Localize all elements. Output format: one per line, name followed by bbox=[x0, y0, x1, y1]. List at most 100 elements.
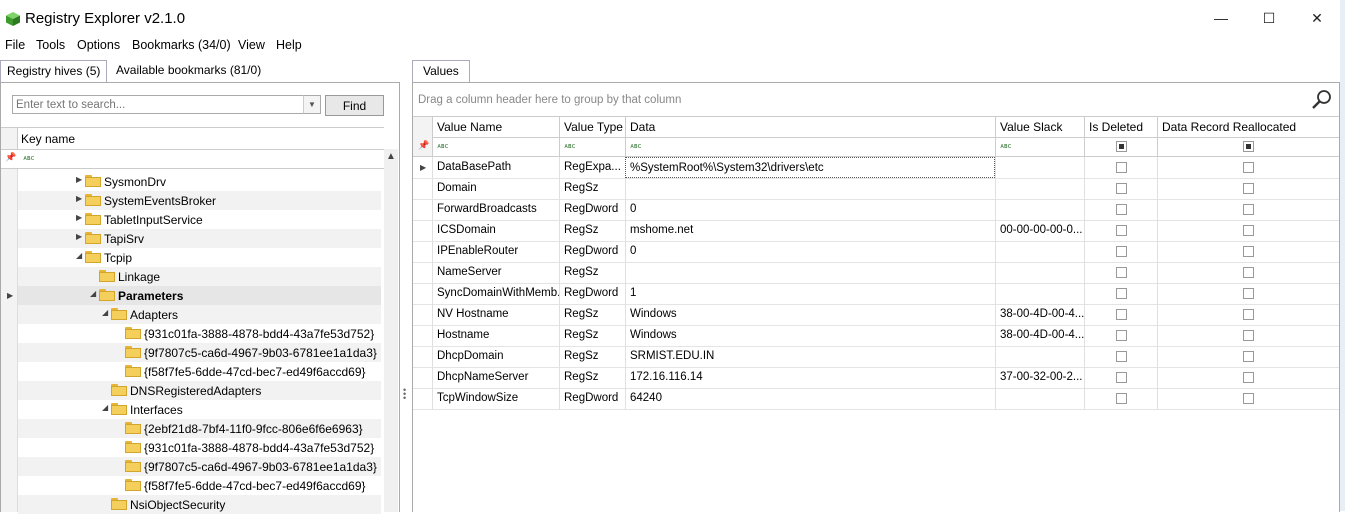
table-row[interactable]: DhcpNameServer RegSz 172.16.116.14 37-00-32… bbox=[413, 367, 1339, 389]
tree-node[interactable]: ◢ Tcpip bbox=[18, 248, 381, 267]
row-indicator-cell[interactable] bbox=[413, 220, 432, 241]
row-indicator-cell[interactable]: ▶ bbox=[413, 157, 432, 178]
tree-node[interactable]: {931c01fa-3888-4878-bdd4-43a7fe53d752} bbox=[18, 324, 381, 343]
tree-scrollbar[interactable]: ▲ bbox=[384, 149, 398, 512]
row-indicator-cell[interactable] bbox=[413, 304, 432, 325]
reallocated-checkbox[interactable] bbox=[1243, 351, 1254, 362]
is-deleted-checkbox[interactable] bbox=[1116, 330, 1127, 341]
row-indicator-cell[interactable] bbox=[413, 367, 432, 388]
table-row[interactable]: DhcpDomain RegSz SRMIST.EDU.IN bbox=[413, 346, 1339, 368]
cell-slack[interactable] bbox=[995, 241, 1084, 262]
cell-slack[interactable] bbox=[995, 262, 1084, 283]
reallocated-checkbox[interactable] bbox=[1243, 372, 1254, 383]
cell-slack[interactable]: 38-00-4D-00-4... bbox=[995, 325, 1084, 346]
collapse-icon[interactable]: ◢ bbox=[102, 403, 108, 412]
cell-slack[interactable] bbox=[995, 157, 1084, 178]
group-by-panel[interactable]: Drag a column header here to group by th… bbox=[413, 83, 1339, 116]
table-row[interactable]: TcpWindowSize RegDword 64240 bbox=[413, 388, 1339, 410]
tree-node[interactable]: {9f7807c5-ca6d-4967-9b03-6781ee1a1da3} bbox=[18, 457, 381, 476]
reallocated-checkbox[interactable] bbox=[1243, 204, 1254, 215]
table-row[interactable]: ▶ DataBasePath RegExpa... %SystemRoot%\Syst… bbox=[413, 157, 1339, 179]
maximize-button[interactable]: ☐ bbox=[1246, 6, 1292, 30]
tree-node[interactable]: {931c01fa-3888-4878-bdd4-43a7fe53d752} bbox=[18, 438, 381, 457]
is-deleted-checkbox[interactable] bbox=[1116, 246, 1127, 257]
expand-icon[interactable]: ▶ bbox=[76, 194, 82, 203]
cell-data[interactable]: Windows bbox=[625, 304, 995, 325]
cell-slack[interactable]: 00-00-00-00-0... bbox=[995, 220, 1084, 241]
tree-node[interactable]: DNSRegisteredAdapters bbox=[18, 381, 381, 400]
filter-value-type[interactable]: ᴀʙc bbox=[559, 137, 625, 156]
cell-slack[interactable] bbox=[995, 178, 1084, 199]
column-header-value-name[interactable]: Value Name bbox=[432, 117, 559, 137]
cell-slack[interactable] bbox=[995, 199, 1084, 220]
reallocated-checkbox[interactable] bbox=[1243, 393, 1254, 404]
tree-node[interactable]: ▶ SysmonDrv bbox=[18, 172, 381, 191]
cell-slack[interactable] bbox=[995, 283, 1084, 304]
search-input[interactable] bbox=[12, 95, 307, 114]
column-header-data-record-reallocated[interactable]: Data Record Reallocated bbox=[1157, 117, 1339, 137]
cell-type[interactable]: RegDword bbox=[559, 283, 625, 304]
cell-type[interactable]: RegExpa... bbox=[559, 157, 625, 178]
minimize-button[interactable]: — bbox=[1198, 6, 1244, 30]
cell-data[interactable]: Windows bbox=[625, 325, 995, 346]
cell-name[interactable]: ICSDomain bbox=[432, 220, 559, 241]
table-row[interactable]: Domain RegSz bbox=[413, 178, 1339, 200]
row-indicator-cell[interactable] bbox=[413, 241, 432, 262]
tree-node[interactable]: {2ebf21d8-7bf4-11f0-9fcc-806e6f6e6963} bbox=[18, 419, 381, 438]
collapse-icon[interactable]: ◢ bbox=[102, 308, 108, 317]
menu-options[interactable]: Options bbox=[77, 38, 120, 52]
cell-type[interactable]: RegDword bbox=[559, 241, 625, 262]
menu-help[interactable]: Help bbox=[276, 38, 302, 52]
column-header-value-type[interactable]: Value Type bbox=[559, 117, 625, 137]
menu-file[interactable]: File bbox=[5, 38, 25, 52]
cell-data[interactable] bbox=[625, 178, 995, 199]
tab-values[interactable]: Values bbox=[412, 60, 470, 82]
cell-name[interactable]: DataBasePath bbox=[432, 157, 559, 178]
filter-data-record-reallocated[interactable] bbox=[1157, 137, 1339, 156]
close-button[interactable]: ✕ bbox=[1294, 6, 1340, 30]
is-deleted-checkbox[interactable] bbox=[1116, 183, 1127, 194]
is-deleted-checkbox[interactable] bbox=[1116, 393, 1127, 404]
cell-slack[interactable] bbox=[995, 388, 1084, 409]
table-row[interactable]: ICSDomain RegSz mshome.net 00-00-00-00-0... bbox=[413, 220, 1339, 242]
menu-view[interactable]: View bbox=[238, 38, 265, 52]
cell-slack[interactable] bbox=[995, 346, 1084, 367]
cell-name[interactable]: IPEnableRouter bbox=[432, 241, 559, 262]
cell-type[interactable]: RegDword bbox=[559, 388, 625, 409]
reallocated-checkbox[interactable] bbox=[1243, 225, 1254, 236]
cell-data[interactable]: %SystemRoot%\System32\drivers\etc bbox=[625, 157, 995, 178]
cell-name[interactable]: NV Hostname bbox=[432, 304, 559, 325]
is-deleted-checkbox[interactable] bbox=[1116, 267, 1127, 278]
cell-type[interactable]: RegSz bbox=[559, 367, 625, 388]
cell-type[interactable]: RegSz bbox=[559, 220, 625, 241]
cell-name[interactable]: Domain bbox=[432, 178, 559, 199]
filter-is-deleted[interactable] bbox=[1084, 137, 1157, 156]
is-deleted-checkbox[interactable] bbox=[1116, 204, 1127, 215]
table-row[interactable]: ForwardBroadcasts RegDword 0 bbox=[413, 199, 1339, 221]
row-indicator-cell[interactable] bbox=[413, 325, 432, 346]
cell-data[interactable]: 64240 bbox=[625, 388, 995, 409]
reallocated-checkbox[interactable] bbox=[1243, 267, 1254, 278]
reallocated-checkbox[interactable] bbox=[1243, 309, 1254, 320]
pane-splitter[interactable]: • • • bbox=[400, 82, 410, 511]
filter-checkbox[interactable] bbox=[1116, 141, 1127, 152]
reallocated-checkbox[interactable] bbox=[1243, 246, 1254, 257]
tree-node[interactable]: ▶ SystemEventsBroker bbox=[18, 191, 381, 210]
column-header-is-deleted[interactable]: Is Deleted bbox=[1084, 117, 1157, 137]
is-deleted-checkbox[interactable] bbox=[1116, 351, 1127, 362]
cell-data[interactable] bbox=[625, 262, 995, 283]
is-deleted-checkbox[interactable] bbox=[1116, 288, 1127, 299]
filter-checkbox[interactable] bbox=[1243, 141, 1254, 152]
column-header-value-slack[interactable]: Value Slack bbox=[995, 117, 1084, 137]
tab-registry-hives[interactable]: Registry hives (5) bbox=[0, 60, 108, 82]
cell-name[interactable]: NameServer bbox=[432, 262, 559, 283]
expand-icon[interactable]: ▶ bbox=[76, 232, 82, 241]
table-row[interactable]: NV Hostname RegSz Windows 38-00-4D-00-4... bbox=[413, 304, 1339, 326]
cell-name[interactable]: DhcpNameServer bbox=[432, 367, 559, 388]
menu-bookmarks[interactable]: Bookmarks (34/0) bbox=[132, 38, 231, 52]
cell-data[interactable]: 0 bbox=[625, 199, 995, 220]
search-icon[interactable] bbox=[1311, 89, 1333, 111]
row-indicator-cell[interactable] bbox=[413, 262, 432, 283]
table-row[interactable]: SyncDomainWithMemb... RegDword 1 bbox=[413, 283, 1339, 305]
table-row[interactable]: NameServer RegSz bbox=[413, 262, 1339, 284]
